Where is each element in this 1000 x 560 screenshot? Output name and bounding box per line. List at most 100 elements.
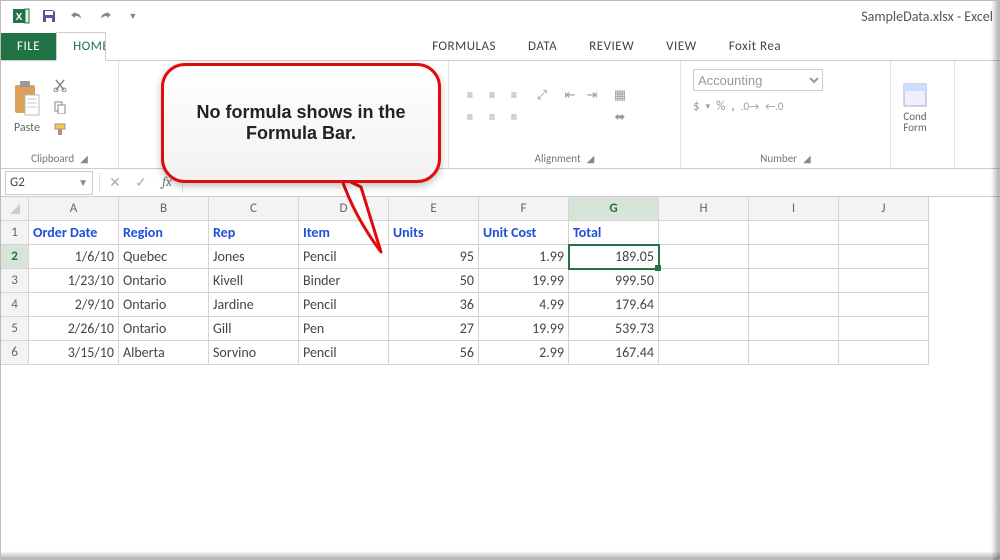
align-left-icon[interactable]: ≡ xyxy=(461,109,479,127)
cell[interactable]: 1/23/10 xyxy=(29,269,119,293)
tab-formulas[interactable]: FORMULAS xyxy=(416,33,512,60)
selected-cell[interactable]: 189.05 xyxy=(569,245,659,269)
qat-dropdown-icon[interactable]: ▼ xyxy=(121,4,145,28)
cell[interactable]: Ontario xyxy=(119,269,209,293)
row-header[interactable]: 6 xyxy=(1,341,29,365)
decrease-indent-icon[interactable]: ⇤ xyxy=(561,87,579,105)
orientation-icon[interactable]: ⤢ xyxy=(533,87,551,105)
paste-button[interactable]: Paste xyxy=(7,79,47,135)
align-top-icon[interactable]: ≡ xyxy=(461,87,479,105)
cell[interactable]: 167.44 xyxy=(569,341,659,365)
row-header[interactable]: 5 xyxy=(1,317,29,341)
tab-review[interactable]: REVIEW xyxy=(573,33,650,60)
col-header-F[interactable]: F xyxy=(479,197,569,221)
cell[interactable]: Pen xyxy=(299,317,389,341)
cell[interactable]: Quebec xyxy=(119,245,209,269)
increase-indent-icon[interactable]: ⇥ xyxy=(583,87,601,105)
align-bottom-icon[interactable]: ≡ xyxy=(505,87,523,105)
cell[interactable]: 27 xyxy=(389,317,479,341)
row-header[interactable]: 4 xyxy=(1,293,29,317)
cell[interactable]: 36 xyxy=(389,293,479,317)
cell[interactable] xyxy=(659,221,749,245)
cell[interactable]: 2.99 xyxy=(479,341,569,365)
cell[interactable]: Pencil xyxy=(299,293,389,317)
cell[interactable]: Total xyxy=(569,221,659,245)
currency-icon[interactable]: $ xyxy=(693,99,700,114)
cut-icon[interactable] xyxy=(51,76,69,94)
save-icon[interactable] xyxy=(37,4,61,28)
cell[interactable]: Order Date xyxy=(29,221,119,245)
cell[interactable]: Sorvino xyxy=(209,341,299,365)
select-all-corner[interactable] xyxy=(1,197,29,221)
col-header-E[interactable]: E xyxy=(389,197,479,221)
cell[interactable]: 19.99 xyxy=(479,269,569,293)
percent-icon[interactable]: % xyxy=(716,99,725,114)
name-box-dropdown-icon[interactable]: ▼ xyxy=(78,176,88,189)
cell[interactable]: Gill xyxy=(209,317,299,341)
cell[interactable] xyxy=(659,317,749,341)
row-header[interactable]: 2 xyxy=(1,245,29,269)
cell[interactable]: Region xyxy=(119,221,209,245)
tab-file[interactable]: FILE xyxy=(1,33,56,60)
align-right-icon[interactable]: ≡ xyxy=(505,109,523,127)
cell[interactable]: 2/26/10 xyxy=(29,317,119,341)
cell[interactable] xyxy=(749,245,839,269)
clipboard-launcher-icon[interactable]: ◢ xyxy=(80,152,88,165)
cell[interactable] xyxy=(839,317,929,341)
redo-icon[interactable] xyxy=(93,4,117,28)
col-header-G[interactable]: G xyxy=(569,197,659,221)
cell[interactable]: Jardine xyxy=(209,293,299,317)
cell[interactable]: 56 xyxy=(389,341,479,365)
cell[interactable]: Ontario xyxy=(119,317,209,341)
cell[interactable]: 95 xyxy=(389,245,479,269)
tab-data[interactable]: DATA xyxy=(512,33,573,60)
format-painter-icon[interactable] xyxy=(51,120,69,138)
cell[interactable] xyxy=(839,245,929,269)
cell[interactable]: Units xyxy=(389,221,479,245)
tab-home[interactable]: HOME xyxy=(56,32,106,61)
decrease-decimal-icon[interactable]: ←.0 xyxy=(765,100,783,113)
cell[interactable]: Rep xyxy=(209,221,299,245)
cell[interactable]: Ontario xyxy=(119,293,209,317)
cell[interactable]: 2/9/10 xyxy=(29,293,119,317)
cell[interactable]: 1/6/10 xyxy=(29,245,119,269)
conditional-formatting-button[interactable]: Cond Form xyxy=(897,81,933,133)
cell[interactable] xyxy=(659,341,749,365)
cell[interactable] xyxy=(749,221,839,245)
cancel-formula-icon[interactable]: ✕ xyxy=(102,174,128,191)
col-header-I[interactable]: I xyxy=(749,197,839,221)
cell[interactable]: 19.99 xyxy=(479,317,569,341)
cell[interactable] xyxy=(659,293,749,317)
col-header-B[interactable]: B xyxy=(119,197,209,221)
number-format-select[interactable]: Accounting xyxy=(693,69,823,91)
wrap-text-icon[interactable]: ▦ xyxy=(611,87,629,105)
align-center-icon[interactable]: ≡ xyxy=(483,109,501,127)
alignment-launcher-icon[interactable]: ◢ xyxy=(587,152,595,165)
col-header-H[interactable]: H xyxy=(659,197,749,221)
cell[interactable] xyxy=(839,341,929,365)
col-header-A[interactable]: A xyxy=(29,197,119,221)
cell[interactable]: Binder xyxy=(299,269,389,293)
cell[interactable]: Jones xyxy=(209,245,299,269)
cell[interactable]: 999.50 xyxy=(569,269,659,293)
cell[interactable] xyxy=(839,293,929,317)
cell[interactable] xyxy=(839,221,929,245)
cell[interactable] xyxy=(659,269,749,293)
cell[interactable]: 1.99 xyxy=(479,245,569,269)
cell[interactable]: Alberta xyxy=(119,341,209,365)
cell[interactable]: Unit Cost xyxy=(479,221,569,245)
comma-icon[interactable]: , xyxy=(731,99,734,114)
col-header-C[interactable]: C xyxy=(209,197,299,221)
cell[interactable]: Kivell xyxy=(209,269,299,293)
cell[interactable]: 4.99 xyxy=(479,293,569,317)
cell[interactable] xyxy=(839,269,929,293)
number-launcher-icon[interactable]: ◢ xyxy=(803,152,811,165)
cell[interactable] xyxy=(749,341,839,365)
cell[interactable] xyxy=(659,245,749,269)
tab-foxit[interactable]: Foxit Rea xyxy=(713,33,797,60)
excel-icon[interactable]: X xyxy=(9,4,33,28)
merge-center-icon[interactable]: ⬌ xyxy=(611,109,629,127)
copy-icon[interactable] xyxy=(51,98,69,116)
cell[interactable] xyxy=(749,317,839,341)
cell[interactable]: 179.64 xyxy=(569,293,659,317)
